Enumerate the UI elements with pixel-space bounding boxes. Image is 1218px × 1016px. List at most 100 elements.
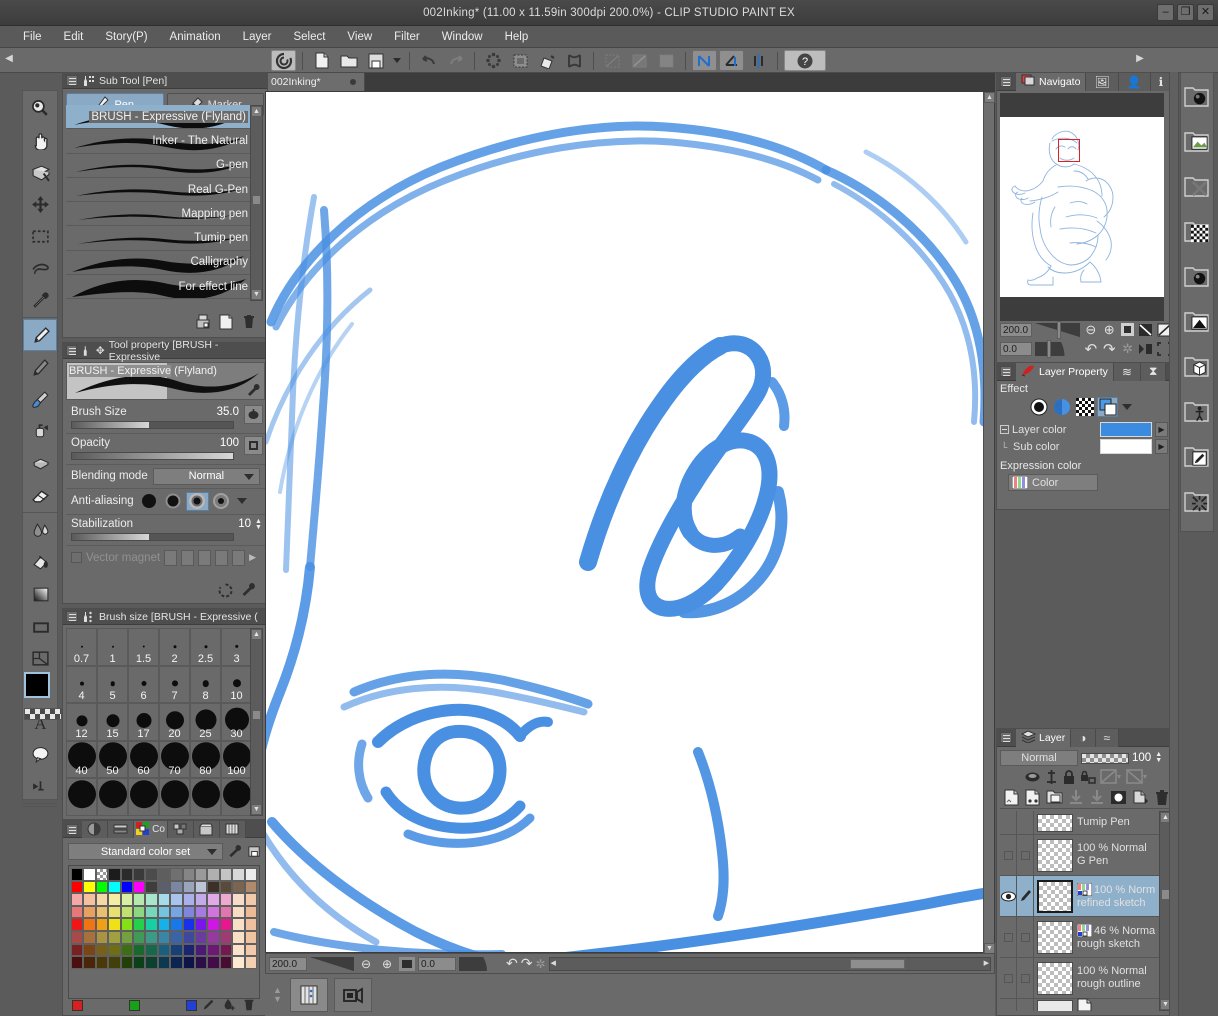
color-set-combo[interactable]: Standard color set xyxy=(68,843,223,860)
color-swatch[interactable] xyxy=(182,868,196,881)
snap-ruler-icon[interactable] xyxy=(692,50,717,71)
color-swatch[interactable] xyxy=(207,880,220,894)
nav-zoom-in-icon[interactable]: ⊕ xyxy=(1102,321,1117,338)
color-swatch[interactable] xyxy=(182,956,196,969)
color-swatch[interactable] xyxy=(207,943,220,957)
layer-mask-tab[interactable]: ◑ xyxy=(1071,728,1096,747)
color-swatch[interactable] xyxy=(133,868,146,881)
layer-color-expand-icon[interactable] xyxy=(1000,425,1009,434)
animation-tab[interactable]: ≋ xyxy=(1113,362,1141,381)
canvas-rotation-slider[interactable] xyxy=(459,956,503,971)
color-swatch[interactable] xyxy=(108,956,121,969)
color-swatch[interactable] xyxy=(244,956,258,969)
material-color-pattern2-icon[interactable] xyxy=(1181,253,1213,298)
timeline-tab[interactable] xyxy=(220,820,246,838)
color-swatch[interactable] xyxy=(133,956,146,969)
color-swatch[interactable] xyxy=(219,943,233,957)
material-effect-line-icon[interactable] xyxy=(1181,478,1213,523)
color-swatch[interactable] xyxy=(157,905,171,919)
menu-item-edit[interactable]: Edit xyxy=(53,29,95,45)
anti-aliasing-medium-icon[interactable] xyxy=(185,491,209,511)
color-swatch[interactable] xyxy=(157,868,171,881)
color-swatch[interactable] xyxy=(244,893,258,906)
color-swatch[interactable] xyxy=(83,868,96,881)
combine-down-icon[interactable] xyxy=(1089,789,1105,808)
layer-visibility-cell[interactable] xyxy=(1000,875,1017,917)
layer-row[interactable]: Tumip Pen xyxy=(1000,811,1160,843)
layer-thumbnail[interactable] xyxy=(1037,920,1073,954)
color-slider-tab[interactable] xyxy=(108,820,134,838)
color-swatch[interactable] xyxy=(170,943,183,957)
sub-tool-scrollbar[interactable]: ▲ ▼ xyxy=(250,105,263,301)
tool-property-menu-icon[interactable] xyxy=(66,345,78,356)
menu-item-help[interactable]: Help xyxy=(494,29,540,45)
brush-size-cell[interactable]: 12 xyxy=(66,703,97,741)
color-swatch[interactable] xyxy=(244,930,258,944)
save-icon[interactable] xyxy=(363,50,388,71)
brush-size-cell[interactable]: 3 xyxy=(221,628,252,666)
navigator-tab[interactable]: Navigato xyxy=(1016,72,1087,91)
color-swatch[interactable] xyxy=(244,905,258,919)
color-swatch[interactable] xyxy=(71,918,84,931)
pencil-tool[interactable] xyxy=(23,351,57,383)
color-swatch[interactable] xyxy=(182,930,196,944)
new-raster-layer-icon[interactable] xyxy=(1004,789,1020,809)
balloon-tool[interactable] xyxy=(23,738,57,770)
create-mask-icon[interactable] xyxy=(1110,790,1127,808)
color-swatch[interactable] xyxy=(232,905,245,919)
color-swatch[interactable] xyxy=(120,868,134,881)
vector-magnet-checkbox[interactable] xyxy=(71,552,82,563)
brush-size-cell[interactable]: 2.5 xyxy=(190,628,221,666)
brush-size-cell[interactable]: 17 xyxy=(128,703,159,741)
delete-color-icon[interactable] xyxy=(242,998,256,1012)
timeline-toggle-icon[interactable] xyxy=(289,978,328,1012)
stabilization-row[interactable]: Stabilization 10 ▲ ▼ xyxy=(66,515,265,546)
nav-reset-rotate-icon[interactable]: ✲ xyxy=(1120,340,1135,357)
color-swatch[interactable] xyxy=(145,930,158,944)
opacity-pressure-icon[interactable] xyxy=(244,436,263,455)
layer-thumbnail[interactable] xyxy=(1037,879,1073,913)
decoration-tool[interactable] xyxy=(23,447,57,479)
layer-palette-menu-icon[interactable] xyxy=(1000,732,1012,743)
brush-size-menu-icon[interactable] xyxy=(66,611,78,622)
color-swatch[interactable] xyxy=(207,905,220,919)
color-swatch[interactable] xyxy=(83,893,96,906)
color-swatch[interactable] xyxy=(120,956,134,969)
color-swatch[interactable] xyxy=(232,893,245,906)
eyedropper-tool[interactable] xyxy=(23,284,57,316)
brush-size-cell[interactable] xyxy=(66,778,97,816)
canvas-horizontal-scrollbar[interactable]: ◀ ▶ xyxy=(548,956,991,971)
maximize-button[interactable]: ❐ xyxy=(1177,4,1194,21)
brush-size-cell[interactable]: 100 xyxy=(221,740,252,778)
color-swatch[interactable] xyxy=(95,956,109,969)
layer-draft-cell[interactable] xyxy=(1017,916,1034,958)
color-swatch[interactable] xyxy=(195,956,208,969)
layer-scroll-thumb[interactable] xyxy=(1162,890,1169,899)
color-swatch[interactable] xyxy=(95,868,109,881)
open-file-icon[interactable] xyxy=(336,50,361,71)
fit-to-screen-icon[interactable] xyxy=(399,956,415,971)
reset-rotation-icon[interactable]: ✲ xyxy=(535,957,545,971)
color-swatch[interactable] xyxy=(157,880,171,894)
material-color-pattern-icon[interactable] xyxy=(1181,73,1213,118)
menu-item-select[interactable]: Select xyxy=(282,29,336,45)
color-swatch[interactable] xyxy=(219,893,233,906)
color-swatch[interactable] xyxy=(133,918,146,931)
color-swatch[interactable] xyxy=(120,930,134,944)
navigator-rotation-slider[interactable] xyxy=(1035,339,1081,358)
sub-color-dropdown[interactable]: ▶ xyxy=(1155,439,1168,454)
layer-property-menu-icon[interactable] xyxy=(1000,366,1012,377)
blend-tool[interactable] xyxy=(23,514,57,546)
item-bank-tab[interactable]: 🖼 xyxy=(1086,72,1119,91)
gradient-tool[interactable] xyxy=(23,578,57,610)
layer-thumbnail[interactable] xyxy=(1037,961,1073,995)
brush-size-cell[interactable]: 10 xyxy=(221,665,252,703)
brush-size-cell[interactable]: 5 xyxy=(97,665,128,703)
canvas-scroll-up[interactable]: ▲ xyxy=(984,92,995,103)
rotate-left-icon[interactable]: ↶ xyxy=(506,955,518,972)
color-swatch[interactable] xyxy=(157,918,171,931)
color-swatch[interactable] xyxy=(244,880,258,894)
nav-fit-icon[interactable] xyxy=(1120,321,1135,338)
navigator-view[interactable] xyxy=(1000,93,1164,321)
color-marker-blue[interactable] xyxy=(186,999,197,1011)
